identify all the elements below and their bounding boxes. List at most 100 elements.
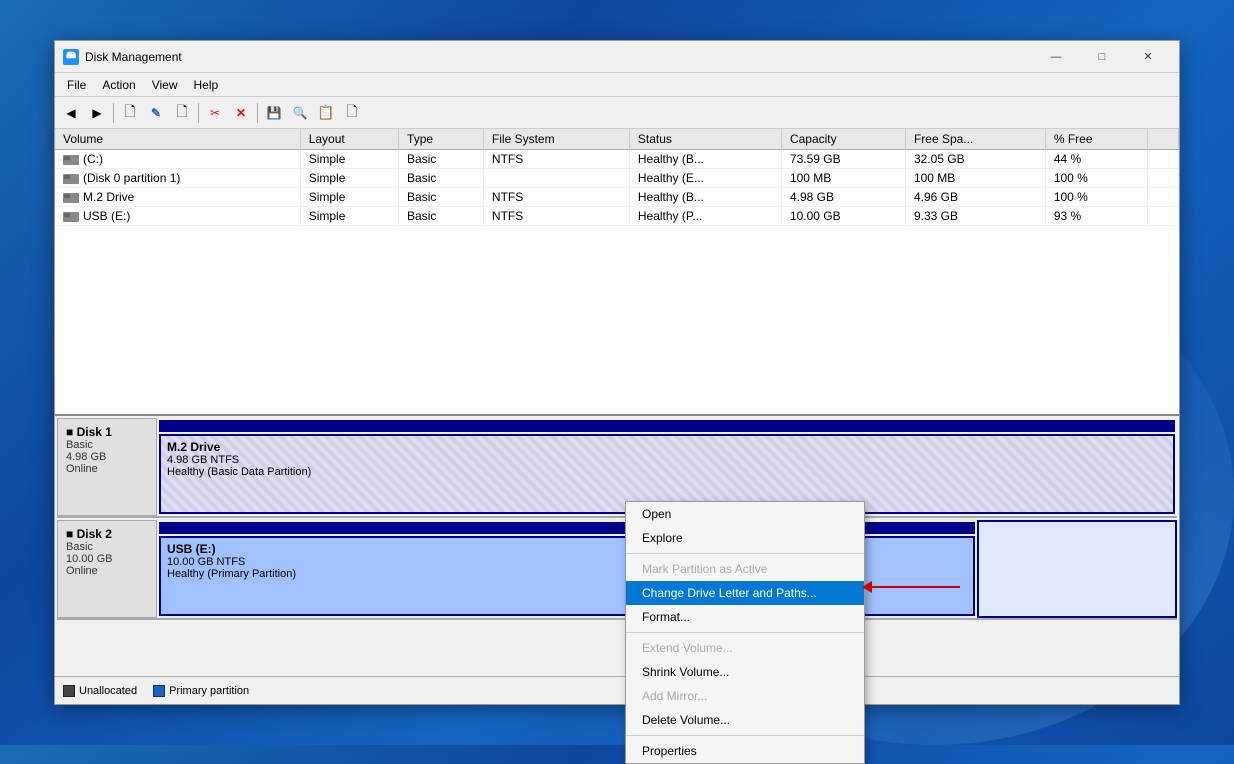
cell-status: Healthy (B... xyxy=(629,188,781,207)
cell-layout: Simple xyxy=(300,207,398,226)
app-icon: 🖴 xyxy=(63,49,79,65)
ctx-change-drive-letter[interactable]: Change Drive Letter and Paths... xyxy=(626,581,864,605)
disk1-name: ■ Disk 1 xyxy=(66,425,148,439)
col-free-space: Free Spa... xyxy=(905,129,1045,150)
disk2-label: ■ Disk 2 Basic 10.00 GB Online xyxy=(57,520,157,618)
cell-layout: Simple xyxy=(300,169,398,188)
cell-type: Basic xyxy=(399,207,484,226)
table-row[interactable]: (C:) Simple Basic NTFS Healthy (B... 73.… xyxy=(55,150,1179,169)
disk1-status: Online xyxy=(66,463,148,475)
toolbar-save[interactable]: 💾 xyxy=(262,101,286,125)
col-filesystem: File System xyxy=(483,129,629,150)
disk2-status: Online xyxy=(66,565,148,577)
menu-view[interactable]: View xyxy=(144,76,186,94)
disk-management-window: 🖴 Disk Management — □ ✕ File Action View… xyxy=(54,40,1180,705)
cell-free: 4.96 GB xyxy=(905,188,1045,207)
partition-status: Healthy (Basic Data Partition) xyxy=(167,466,1167,478)
arrow-line xyxy=(870,586,960,588)
ctx-format[interactable]: Format... xyxy=(626,605,864,629)
cell-extra xyxy=(1147,188,1178,207)
cell-fs xyxy=(483,169,629,188)
cell-layout: Simple xyxy=(300,188,398,207)
toolbar-search[interactable]: 🔍 xyxy=(288,101,312,125)
legend-unallocated-label: Unallocated xyxy=(79,685,137,697)
close-button[interactable]: ✕ xyxy=(1125,41,1171,73)
maximize-button[interactable]: □ xyxy=(1079,41,1125,73)
table-row[interactable]: (Disk 0 partition 1) Simple Basic Health… xyxy=(55,169,1179,188)
disk2-name: ■ Disk 2 xyxy=(66,527,148,541)
cell-fs: NTFS xyxy=(483,150,629,169)
disk2-row: ■ Disk 2 Basic 10.00 GB Online USB (E:) … xyxy=(57,520,1177,620)
legend-primary-label: Primary partition xyxy=(169,685,249,697)
ctx-add-mirror: Add Mirror... xyxy=(626,684,864,708)
window-title: Disk Management xyxy=(85,50,1033,64)
toolbar-new[interactable]: 🗋 xyxy=(340,101,364,125)
toolbar-separator-3 xyxy=(257,103,258,123)
ctx-mark-active: Mark Partition as Active xyxy=(626,557,864,581)
toolbar-forward[interactable]: ▶ xyxy=(85,101,109,125)
menu-help[interactable]: Help xyxy=(186,76,227,94)
cell-status: Healthy (P... xyxy=(629,207,781,226)
cell-fs: NTFS xyxy=(483,188,629,207)
table-row[interactable]: M.2 Drive Simple Basic NTFS Healthy (B..… xyxy=(55,188,1179,207)
volume-table: Volume Layout Type File System Status Ca… xyxy=(55,129,1179,226)
ctx-shrink[interactable]: Shrink Volume... xyxy=(626,660,864,684)
legend-primary-box xyxy=(153,685,165,697)
disk2-size: 10.00 GB xyxy=(66,553,148,565)
toolbar-back[interactable]: ◀ xyxy=(59,101,83,125)
cell-layout: Simple xyxy=(300,150,398,169)
disk1-size: 4.98 GB xyxy=(66,451,148,463)
toolbar-paste[interactable]: 📋 xyxy=(314,101,338,125)
cell-volume: M.2 Drive xyxy=(55,188,300,207)
ctx-properties[interactable]: Properties xyxy=(626,739,864,763)
ctx-sep-1 xyxy=(626,553,864,554)
toolbar-edit[interactable]: ✎ xyxy=(144,101,168,125)
disk-panels: ■ Disk 1 Basic 4.98 GB Online M.2 Drive … xyxy=(55,416,1179,676)
cell-extra xyxy=(1147,207,1178,226)
cell-volume: (C:) xyxy=(55,150,300,169)
partition-size: 4.98 GB NTFS xyxy=(167,454,1167,466)
ctx-explore[interactable]: Explore xyxy=(626,526,864,550)
main-content: Volume Layout Type File System Status Ca… xyxy=(55,129,1179,704)
cell-capacity: 4.98 GB xyxy=(781,188,905,207)
ctx-delete[interactable]: Delete Volume... xyxy=(626,708,864,732)
title-bar: 🖴 Disk Management — □ ✕ xyxy=(55,41,1179,73)
table-header: Volume Layout Type File System Status Ca… xyxy=(55,129,1179,150)
cell-extra xyxy=(1147,169,1178,188)
menu-file[interactable]: File xyxy=(59,76,94,94)
toolbar-delete[interactable]: ✕ xyxy=(229,101,253,125)
cell-pct: 44 % xyxy=(1045,150,1147,169)
ctx-open[interactable]: Open xyxy=(626,502,864,526)
cell-pct: 93 % xyxy=(1045,207,1147,226)
legend-unallocated: Unallocated xyxy=(63,685,137,697)
menu-bar: File Action View Help xyxy=(55,73,1179,97)
toolbar-separator-1 xyxy=(113,103,114,123)
legend-unallocated-box xyxy=(63,685,75,697)
col-type: Type xyxy=(399,129,484,150)
col-capacity: Capacity xyxy=(781,129,905,150)
ctx-sep-3 xyxy=(626,735,864,736)
toolbar-properties[interactable]: 🗋 xyxy=(118,101,142,125)
col-extra xyxy=(1147,129,1178,150)
window-controls: — □ ✕ xyxy=(1033,41,1171,73)
cell-capacity: 73.59 GB xyxy=(781,150,905,169)
table-row[interactable]: USB (E:) Simple Basic NTFS Healthy (P...… xyxy=(55,207,1179,226)
toolbar-view[interactable]: 🗋 xyxy=(170,101,194,125)
cell-free: 9.33 GB xyxy=(905,207,1045,226)
cell-type: Basic xyxy=(399,169,484,188)
disk1-type: Basic xyxy=(66,439,148,451)
cell-free: 100 MB xyxy=(905,169,1045,188)
minimize-button[interactable]: — xyxy=(1033,41,1079,73)
cell-status: Healthy (E... xyxy=(629,169,781,188)
col-layout: Layout xyxy=(300,129,398,150)
cell-capacity: 100 MB xyxy=(781,169,905,188)
cell-free: 32.05 GB xyxy=(905,150,1045,169)
cell-volume: USB (E:) xyxy=(55,207,300,226)
arrow-annotation xyxy=(870,586,960,588)
disk2-unallocated xyxy=(977,520,1177,618)
cell-pct: 100 % xyxy=(1045,169,1147,188)
toolbar-cut[interactable]: ✂ xyxy=(203,101,227,125)
table-area[interactable]: Volume Layout Type File System Status Ca… xyxy=(55,129,1179,416)
cell-type: Basic xyxy=(399,150,484,169)
menu-action[interactable]: Action xyxy=(94,76,143,94)
